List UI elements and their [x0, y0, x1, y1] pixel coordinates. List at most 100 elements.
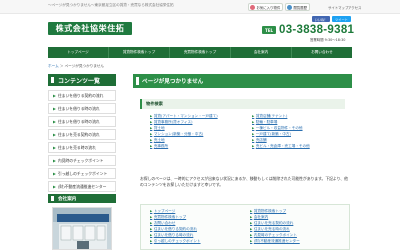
- link-rental-building[interactable]: ▶ 一棟ビル・収益物件・その他: [252, 125, 310, 131]
- company-section-title-text: 会社案内: [58, 196, 77, 202]
- link-text: マンション(新築・分譲・中古): [153, 131, 204, 136]
- sidebar-item-sell-contract[interactable]: ▶ 住まいを売る契約の流れ: [48, 129, 116, 140]
- sitemap-link-center[interactable]: ▶ (財)不動産流通推進センター: [250, 238, 300, 244]
- sidebar-item-rent-flow[interactable]: ▶ 住まいを借りる時の流れ: [48, 103, 116, 114]
- site-tagline: 〜ページが見つかりません〜東京都足立区の賃貸・売買なら株式会社協栄住拓: [48, 3, 174, 7]
- nav-rental-search[interactable]: 賃貸物件検索トップ: [109, 47, 170, 58]
- link-text: 売ビル・売倉庫・売工場・その他: [255, 143, 310, 148]
- sitemap-link-rent-contract[interactable]: ▶ 住まいを借りる契約の流れ: [150, 226, 201, 232]
- breadcrumb-home[interactable]: ホーム: [48, 64, 59, 68]
- nav-contact[interactable]: お問い合わせ: [292, 47, 352, 58]
- not-found-notice: お探しのページは、一時的にアクセスが出来ない状況にあるか、移動もしくは削除された…: [140, 176, 348, 187]
- title-bar-mark: [51, 77, 54, 83]
- sidebar-item-label: 引っ越しのチェックポイント: [57, 170, 108, 176]
- tel-badge: TEL: [262, 26, 276, 34]
- sidebar-item-label: 内見時のチェックポイント: [57, 157, 104, 163]
- link-text: 一棟ビル・収益物件・その他: [255, 125, 303, 130]
- sidebar-item-moving-checkpoints[interactable]: ▶ 引っ越しのチェックポイント: [48, 168, 116, 179]
- company-photo[interactable]: [52, 207, 112, 250]
- sidebar-title: コンテンツ一覧: [48, 74, 116, 86]
- company-logo[interactable]: 株式会社協栄住拓: [48, 22, 132, 35]
- link-text: 売買物件検索トップ: [153, 214, 187, 219]
- chevron-right-icon: ▶: [150, 215, 153, 219]
- chevron-right-icon: ▶: [150, 138, 153, 142]
- sidebar-item-rent-flow-2[interactable]: ▶ 住まいを借りる時の流れ: [48, 116, 116, 127]
- chevron-right-icon: ▶: [53, 158, 56, 163]
- link-text: 住まいを借りる契約の流れ: [153, 226, 197, 231]
- sidebar-item-label: 住まいを売る時の流れ: [57, 144, 96, 150]
- link-text: (財)不動産流通推進センター: [253, 238, 300, 243]
- access-link[interactable]: アクセス: [348, 5, 361, 10]
- link-text: 売土地: [153, 137, 165, 142]
- chevron-right-icon: ▶: [250, 209, 253, 213]
- link-text: 一戸建て(新築・中古): [255, 131, 291, 136]
- phone-block: TEL 03-3838-9381: [262, 24, 354, 36]
- property-search-heading: 物件検索: [140, 99, 345, 109]
- chevron-right-icon: ▶: [150, 132, 153, 136]
- sitemap-link[interactable]: サイトマップ: [328, 5, 348, 10]
- sitemap-link-sell-contract[interactable]: ▶ 住まいを売る契約の流れ: [250, 220, 300, 226]
- sidebar-item-real-estate-center[interactable]: ▶ (財)不動産流通推進センター: [48, 181, 116, 192]
- viewed-history-label: 閲覧履歴: [293, 5, 308, 10]
- sitemap-link-rent-flow[interactable]: ▶ 住まいを借りる時の流れ: [150, 232, 201, 238]
- chevron-right-icon: ▶: [150, 227, 153, 231]
- sidebar-item-sell-flow[interactable]: ▶ 住まいを売る時の流れ: [48, 142, 116, 153]
- page-title: ページが見つかりません: [133, 74, 352, 88]
- phone-number: 03-3838-9381: [279, 24, 355, 36]
- link-rental-residential[interactable]: ▶ 賃貸(アパート・マンション・一戸建て): [150, 113, 218, 119]
- sitemap-link-moving[interactable]: ▶ 引っ越しのチェックポイント: [150, 238, 201, 244]
- chevron-right-icon: ▶: [150, 209, 153, 213]
- property-links-left: ▶ 賃貸(アパート・マンション・一戸建て) ▶ 賃貸事務所(貸オフィス) ▶ 貸土地 …: [150, 113, 218, 149]
- nav-sale-search[interactable]: 売買物件検索トップ: [170, 47, 231, 58]
- chevron-right-icon: ▶: [250, 221, 253, 225]
- favorites-button[interactable]: お気に入り物件: [248, 3, 284, 11]
- sidebar-item-rent-contract[interactable]: ▶ 住まいを借りる契約の流れ: [48, 90, 116, 101]
- chevron-right-icon: ▶: [150, 144, 153, 148]
- chevron-right-icon: ▶: [53, 119, 56, 124]
- sidebar-item-label: 住まいを借りる時の流れ: [57, 105, 100, 111]
- chevron-right-icon: ▶: [252, 126, 255, 130]
- chevron-right-icon: ▶: [150, 221, 153, 225]
- business-hours: 営業時間 9:30～18:30: [310, 38, 346, 42]
- chevron-right-icon: ▶: [53, 184, 56, 189]
- company-section-title: 会社案内: [48, 194, 116, 203]
- chevron-right-icon: ▶: [250, 239, 253, 243]
- page-title-text: ページが見つかりません: [142, 79, 204, 85]
- logo-text: 株式会社協栄住拓: [55, 23, 125, 33]
- sidebar-item-label: (財)不動産流通推進センター: [57, 183, 107, 189]
- chevron-right-icon: ▶: [53, 106, 56, 111]
- breadcrumb-separator: ＞: [59, 64, 64, 68]
- chevron-right-icon: ▶: [53, 145, 56, 150]
- nav-top[interactable]: トップページ: [48, 47, 109, 58]
- link-text: 駐輪・駐車場: [255, 119, 278, 124]
- viewed-history-button[interactable]: 閲覧履歴: [285, 3, 311, 11]
- like-button[interactable]: いいね！: [312, 16, 330, 22]
- link-text: 住まいを借りる時の流れ: [153, 232, 194, 237]
- link-text: 売事務所: [153, 143, 169, 148]
- clock-icon: [287, 4, 292, 10]
- sitemap-links-right: ▶ 賃貸物件検索トップ ▶ 会社案内 ▶ 住まいを売る契約の流れ ▶ 住まいを売る時の流…: [250, 208, 300, 244]
- link-text: 貸土地: [153, 125, 165, 130]
- tweet-button[interactable]: ツイート: [332, 16, 351, 22]
- sitemap-link-viewing[interactable]: ▶ 内見時のチェックポイント: [250, 232, 300, 238]
- nav-company[interactable]: 会社案内: [231, 47, 292, 58]
- chevron-right-icon: ▶: [53, 93, 56, 98]
- sidebar-item-label: 住まいを借りる時の流れ: [57, 118, 100, 124]
- chevron-right-icon: ▶: [250, 233, 253, 237]
- sidebar-item-label: 住まいを売る契約の流れ: [57, 131, 100, 137]
- chevron-right-icon: ▶: [150, 239, 153, 243]
- chevron-right-icon: ▶: [252, 138, 255, 142]
- link-text: お問い合わせ: [153, 220, 176, 225]
- sitemap-links-left: ▶ トップページ ▶ 売買物件検索トップ ▶ お問い合わせ ▶ 住まいを借りる契約の流れ…: [150, 208, 201, 244]
- chevron-right-icon: ▶: [53, 132, 56, 137]
- chevron-right-icon: ▶: [150, 233, 153, 237]
- global-nav: トップページ 賃貸物件検索トップ 売買物件検索トップ 会社案内 お問い合わせ: [48, 47, 352, 58]
- storefront-image: [53, 208, 111, 249]
- link-text: 賃貸店舗(テナント): [255, 113, 288, 118]
- link-sale-building[interactable]: ▶ 売ビル・売倉庫・売工場・その他: [252, 143, 310, 149]
- link-sale-office[interactable]: ▶ 売事務所: [150, 143, 218, 149]
- sidebar-item-viewing-checkpoints[interactable]: ▶ 内見時のチェックポイント: [48, 155, 116, 166]
- link-text: 会社案内: [253, 214, 269, 219]
- chevron-right-icon: ▶: [250, 215, 253, 219]
- chevron-right-icon: ▶: [250, 227, 253, 231]
